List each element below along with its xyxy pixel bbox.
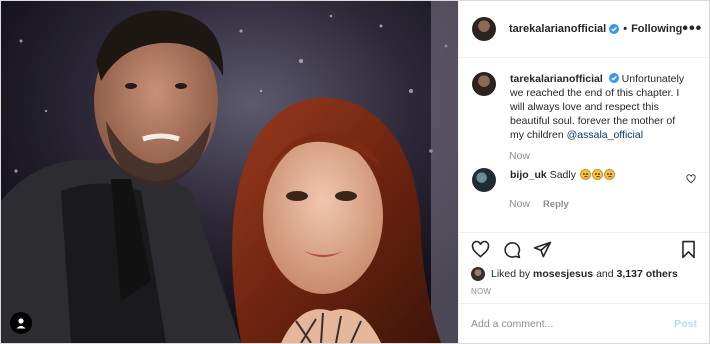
- likes-others-link[interactable]: 3,137 others: [617, 268, 678, 280]
- comment-text: bijo_uk Sadly: [510, 168, 686, 182]
- caption-text: tarekalarianofficial Unfortunately we re…: [510, 72, 688, 142]
- comment-body: Sadly: [549, 169, 576, 181]
- comment-username[interactable]: bijo_uk: [510, 169, 547, 181]
- comment-time: Now: [509, 198, 531, 210]
- bookmark-icon[interactable]: [680, 240, 697, 259]
- post-timestamp: NOW: [471, 287, 492, 296]
- header-username[interactable]: tarekalarianofficial: [509, 23, 606, 35]
- post-header: tarekalarianofficial • Following •••: [459, 1, 709, 58]
- caption-time: Now: [509, 150, 531, 162]
- avatar[interactable]: [472, 17, 496, 41]
- avatar[interactable]: [472, 168, 496, 192]
- action-bar: [459, 232, 709, 266]
- post-sidebar: tarekalarianofficial • Following ••• tar…: [458, 1, 709, 343]
- comment-meta: Now Reply: [509, 198, 696, 210]
- tag-people-button[interactable]: [10, 312, 32, 334]
- comment-item: bijo_uk Sadly: [472, 168, 696, 192]
- likes-summary: Liked by mosesjesus and 3,137 others: [459, 266, 709, 282]
- share-icon[interactable]: [533, 240, 552, 259]
- user-icon: [16, 318, 26, 329]
- sad-face-icon: [591, 169, 603, 180]
- verified-badge-icon: [609, 24, 620, 34]
- likes-joiner: and: [596, 268, 614, 280]
- add-comment-bar: Post: [459, 303, 709, 343]
- verified-badge-icon: [608, 73, 619, 83]
- instagram-post: tarekalarianofficial • Following ••• tar…: [0, 0, 710, 344]
- caption-username[interactable]: tarekalarianofficial: [510, 73, 603, 85]
- sad-face-icon: [603, 169, 615, 180]
- comments-section: tarekalarianofficial Unfortunately we re…: [459, 58, 709, 232]
- mention-link[interactable]: @assala_official: [567, 129, 643, 141]
- caption: tarekalarianofficial Unfortunately we re…: [472, 72, 696, 142]
- post-image: [1, 1, 458, 343]
- like-heart-icon[interactable]: [471, 240, 490, 259]
- liked-by-user[interactable]: mosesjesus: [533, 268, 593, 280]
- post-comment-button[interactable]: Post: [674, 318, 697, 330]
- reply-button[interactable]: Reply: [543, 199, 569, 210]
- comment-bubble-icon[interactable]: [502, 240, 521, 259]
- sad-face-icon: [579, 169, 591, 180]
- likes-prefix: Liked by: [491, 268, 531, 280]
- like-comment-heart-icon[interactable]: [686, 174, 696, 187]
- separator-dot: •: [623, 23, 628, 35]
- more-options-icon[interactable]: •••: [682, 20, 702, 38]
- following-button[interactable]: Following: [631, 23, 682, 35]
- comment-input[interactable]: [471, 317, 675, 330]
- avatar[interactable]: [472, 72, 496, 96]
- avatar[interactable]: [471, 267, 485, 281]
- post-photo[interactable]: [1, 1, 458, 343]
